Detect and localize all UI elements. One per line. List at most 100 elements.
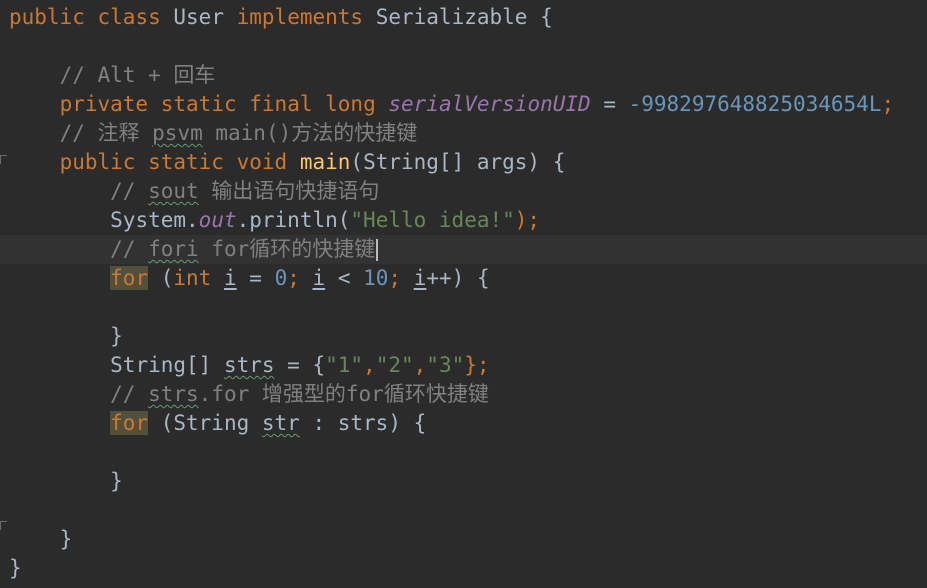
code-line[interactable]: // Alt + 回车	[0, 61, 927, 90]
code-text: }	[110, 469, 123, 493]
code-line-content: // 注释 psvm main()方法的快捷键	[9, 119, 418, 148]
code-line-content: public static void main(String[] args) {	[9, 148, 566, 177]
code-text: <	[325, 266, 364, 290]
keyword: );	[514, 208, 541, 232]
number-literal: 10	[363, 266, 389, 290]
string-literal: "2"	[375, 353, 414, 377]
code-text: System.	[110, 208, 199, 232]
code-line[interactable]: }	[0, 525, 927, 554]
number-literal: 0	[274, 266, 288, 290]
loop-variable: i	[312, 266, 326, 290]
code-text: String[]	[110, 353, 224, 377]
identifier-typo: str	[261, 411, 300, 435]
keyword: implements	[236, 5, 364, 29]
code-line-content: System.out.println("Hello idea!");	[9, 206, 540, 235]
code-line-content: public class User implements Serializabl…	[9, 3, 553, 32]
comment-text: main()方法的快捷键	[202, 121, 418, 145]
code-line[interactable]: String[] strs = {"1","2","3"};	[0, 351, 927, 380]
code-line-content: // fori for循环的快捷键	[9, 235, 379, 264]
code-text: (	[148, 266, 174, 290]
code-line-content: }	[9, 467, 123, 496]
keyword: ;	[388, 266, 414, 290]
comment-text: .for 增强型的for循环快捷键	[198, 382, 489, 406]
code-line[interactable]: public class User implements Serializabl…	[0, 3, 927, 32]
code-line-content: String[] strs = {"1","2","3"};	[9, 351, 489, 380]
code-line-content: for (String str : strs) {	[9, 409, 426, 438]
code-editor[interactable]: public class User implements Serializabl…	[0, 0, 927, 588]
keyword: class	[97, 5, 161, 29]
string-literal: "Hello idea!"	[350, 208, 515, 232]
keyword: final	[249, 92, 313, 116]
field-name: serialVersionUID	[388, 92, 591, 116]
code-line-content: }	[9, 322, 123, 351]
code-text: }	[59, 527, 73, 551]
fold-marker-icon[interactable]	[0, 155, 7, 164]
code-line[interactable]: // strs.for 增强型的for循环快捷键	[0, 380, 927, 409]
comment-text: //	[110, 179, 149, 203]
code-line[interactable]: for (String str : strs) {	[0, 409, 927, 438]
code-line[interactable]: }	[0, 322, 927, 351]
string-literal: "3"	[426, 353, 465, 377]
code-line[interactable]: System.out.println("Hello idea!");	[0, 206, 927, 235]
code-line[interactable]: // 注释 psvm main()方法的快捷键	[0, 119, 927, 148]
code-line[interactable]: public static void main(String[] args) {	[0, 148, 927, 177]
keyword: public	[59, 150, 136, 174]
code-line-content: // strs.for 增强型的for循环快捷键	[9, 380, 489, 409]
method-name: main	[299, 150, 351, 174]
code-line-current[interactable]: // fori for循环的快捷键	[0, 235, 927, 264]
keyword: ;	[287, 266, 313, 290]
code-line-content: // sout 输出语句快捷语句	[9, 177, 379, 206]
code-line[interactable]	[0, 293, 927, 322]
code-line[interactable]: // sout 输出语句快捷语句	[0, 177, 927, 206]
code-text: }	[110, 324, 123, 348]
number-literal: -998297648825034654L	[628, 92, 882, 116]
keyword: void	[236, 150, 288, 174]
keyword: static	[148, 150, 224, 174]
code-text: = {	[274, 353, 326, 377]
keyword: public	[9, 5, 85, 29]
code-line[interactable]: private static final long serialVersionU…	[0, 90, 927, 119]
code-line[interactable]	[0, 32, 927, 61]
keyword: ,	[363, 353, 376, 377]
code-line-content: // Alt + 回车	[9, 61, 216, 90]
code-line[interactable]	[0, 496, 927, 525]
code-line[interactable]	[0, 438, 927, 467]
code-line[interactable]: }	[0, 554, 927, 583]
code-text: =	[236, 266, 275, 290]
code-line[interactable]: for (int i = 0; i < 10; i++) {	[0, 264, 927, 293]
text-caret	[376, 239, 379, 261]
code-line-content: }	[9, 525, 73, 554]
code-text: ++) {	[426, 266, 490, 290]
comment-typo-word: strs	[148, 382, 199, 406]
comment-text: for循环的快捷键	[198, 237, 376, 261]
code-line-content: }	[9, 554, 22, 583]
loop-variable: i	[413, 266, 427, 290]
comment-typo-word: fori	[148, 237, 199, 261]
identifier: User	[173, 5, 224, 29]
keyword: private	[59, 92, 149, 116]
comment-text: 输出语句快捷语句	[198, 179, 380, 203]
loop-variable: i	[223, 266, 237, 290]
keyword: ,	[413, 353, 427, 377]
code-line[interactable]: }	[0, 467, 927, 496]
fold-marker-icon[interactable]	[0, 521, 7, 530]
comment-typo-word: psvm	[152, 121, 203, 145]
